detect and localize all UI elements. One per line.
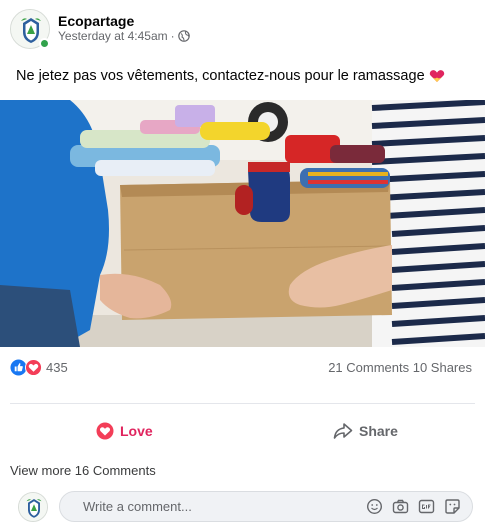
camera-icon[interactable] <box>392 498 409 515</box>
share-button-label: Share <box>359 423 398 439</box>
comments-count[interactable]: 21 Comments <box>328 360 409 375</box>
reaction-icons[interactable] <box>10 359 42 376</box>
shares-count[interactable]: 10 Shares <box>413 360 472 375</box>
donation-box-photo <box>0 100 485 347</box>
ecopartage-logo-icon <box>19 493 47 521</box>
online-status-dot <box>39 38 50 49</box>
post-header: Ecopartage Yesterday at 4:45am · <box>10 8 475 52</box>
post-meta: Yesterday at 4:45am · <box>58 29 190 43</box>
sticker-icon[interactable] <box>444 498 461 515</box>
post-photo[interactable] <box>0 100 485 347</box>
view-more-comments-link[interactable]: View more 16 Comments <box>10 463 156 478</box>
love-button[interactable]: Love <box>96 419 153 443</box>
comment-tools <box>366 498 461 515</box>
action-divider <box>10 403 475 404</box>
page-name-link[interactable]: Ecopartage <box>58 13 134 29</box>
reactions-bar: 435 21 Comments 10 Shares <box>10 356 475 378</box>
reaction-count[interactable]: 435 <box>46 360 68 375</box>
commenter-avatar[interactable] <box>18 492 48 522</box>
heart-emoji-icon <box>429 70 444 82</box>
comment-input[interactable] <box>83 499 283 514</box>
share-button[interactable]: Share <box>333 419 398 443</box>
love-reaction-icon <box>25 359 42 376</box>
post-message-text: Ne jetez pas vos vêtements, contactez-no… <box>16 68 425 84</box>
love-icon <box>96 422 114 440</box>
share-icon <box>333 423 353 439</box>
meta-separator: · <box>170 29 175 43</box>
emoji-icon[interactable] <box>366 498 383 515</box>
love-button-label: Love <box>120 423 153 439</box>
comment-box[interactable] <box>59 491 473 522</box>
engagement-counts: 21 Comments 10 Shares <box>328 360 472 375</box>
comment-composer <box>18 491 475 523</box>
post-timestamp[interactable]: Yesterday at 4:45am <box>58 29 168 43</box>
gif-icon[interactable] <box>418 498 435 515</box>
post-message: Ne jetez pas vos vêtements, contactez-no… <box>16 68 445 84</box>
globe-icon[interactable] <box>177 30 190 42</box>
